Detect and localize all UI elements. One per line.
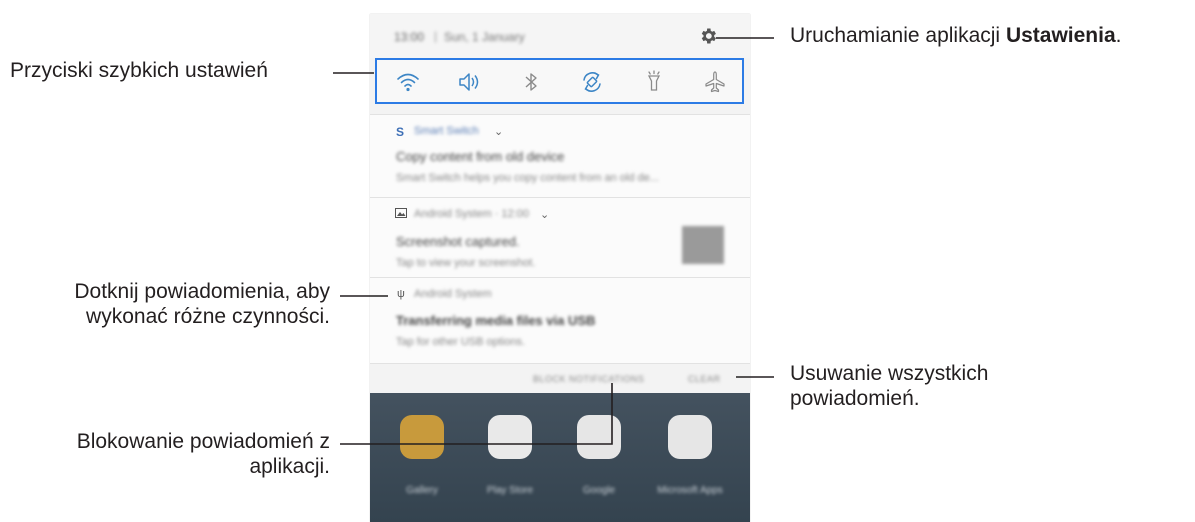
notification-body: Smart Switch helps you copy content from… (396, 172, 659, 184)
app-label: Microsoft Apps (657, 485, 723, 496)
chevron-down-icon[interactable]: ⌄ (540, 208, 549, 221)
status-separator: | (434, 29, 438, 43)
home-screen-background: Gallery Play Store Google Microsoft Apps (370, 393, 750, 522)
phone-screen: 13:00 | Sun, 1 January S Smart Switch ⌄ … (370, 14, 750, 522)
google-folder-icon[interactable] (577, 415, 621, 459)
notification-app-name: Android System · 12:00 (414, 208, 529, 220)
status-time: 13:00 (394, 30, 425, 44)
usb-icon: ψ (397, 288, 405, 300)
settings-callout-suffix: . (1115, 24, 1122, 47)
notification-actions-bar: BLOCK NOTIFICATIONS CLEAR (370, 363, 750, 394)
wifi-icon[interactable] (395, 69, 421, 95)
notification-callout: Dotknij powiadomienia, aby wykonać różne… (74, 279, 330, 329)
notification-title: Screenshot captured. (396, 234, 520, 249)
notification-app-name: Android System (414, 288, 492, 300)
settings-callout-bold: Ustawienia (1005, 24, 1116, 47)
clear-callout: Usuwanie wszystkich powiadomień. (790, 361, 988, 411)
notification-body: Tap to view your screenshot. (396, 257, 536, 269)
screenshot-thumbnail[interactable] (682, 226, 724, 264)
auto-rotate-icon[interactable] (579, 69, 605, 95)
clear-callout-line2: powiadomień. (790, 387, 920, 411)
microsoft-apps-folder-icon[interactable] (668, 415, 712, 459)
notification-card-screenshot[interactable]: Android System · 12:00 ⌄ Screenshot capt… (370, 197, 750, 278)
quick-settings-callout: Przyciski szybkich ustawień (10, 59, 268, 82)
flashlight-icon[interactable] (641, 69, 667, 95)
bluetooth-icon[interactable] (518, 69, 544, 95)
settings-gear-icon[interactable] (698, 26, 718, 46)
clear-all-button[interactable]: CLEAR (688, 374, 721, 384)
block-callout-line1: Blokowanie powiadomień z (76, 430, 330, 453)
play-store-icon[interactable] (488, 415, 532, 459)
notification-app-name: Smart Switch (414, 125, 479, 137)
notification-panel-header: 13:00 | Sun, 1 January (370, 14, 750, 58)
quick-settings-buttons (375, 58, 744, 104)
app-label: Google (582, 485, 616, 496)
block-callout: Blokowanie powiadomień z aplikacji. (77, 429, 330, 479)
airplane-mode-icon[interactable] (702, 69, 728, 95)
settings-callout: Uruchamianie aplikacji Ustawienia. (790, 23, 1122, 48)
image-icon (395, 208, 407, 218)
block-notifications-button[interactable]: BLOCK NOTIFICATIONS (533, 374, 644, 384)
notification-callout-line2: wykonać różne czynności. (86, 305, 330, 329)
notification-callout-line1: Dotknij powiadomienia, aby (74, 280, 330, 303)
block-callout-line2: aplikacji. (249, 455, 330, 479)
gallery-icon[interactable] (400, 415, 444, 459)
status-date: Sun, 1 January (444, 30, 525, 44)
notification-title: Transferring media files via USB (396, 313, 596, 328)
chevron-down-icon[interactable]: ⌄ (494, 125, 503, 138)
clear-callout-line1: Usuwanie wszystkich (790, 362, 989, 385)
sound-icon[interactable] (456, 69, 482, 95)
smart-switch-icon: S (396, 125, 405, 139)
notification-card-usb[interactable]: ψ Android System Transferring media file… (370, 277, 750, 364)
notification-body: Tap for other USB options. (396, 336, 526, 348)
notification-title: Copy content from old device (396, 149, 565, 164)
settings-callout-text: Uruchamianie aplikacji (790, 24, 1006, 47)
app-label: Gallery (406, 485, 438, 496)
notification-card-smart-switch[interactable]: S Smart Switch ⌄ Copy content from old d… (370, 114, 750, 198)
app-label: Play Store (486, 485, 534, 496)
